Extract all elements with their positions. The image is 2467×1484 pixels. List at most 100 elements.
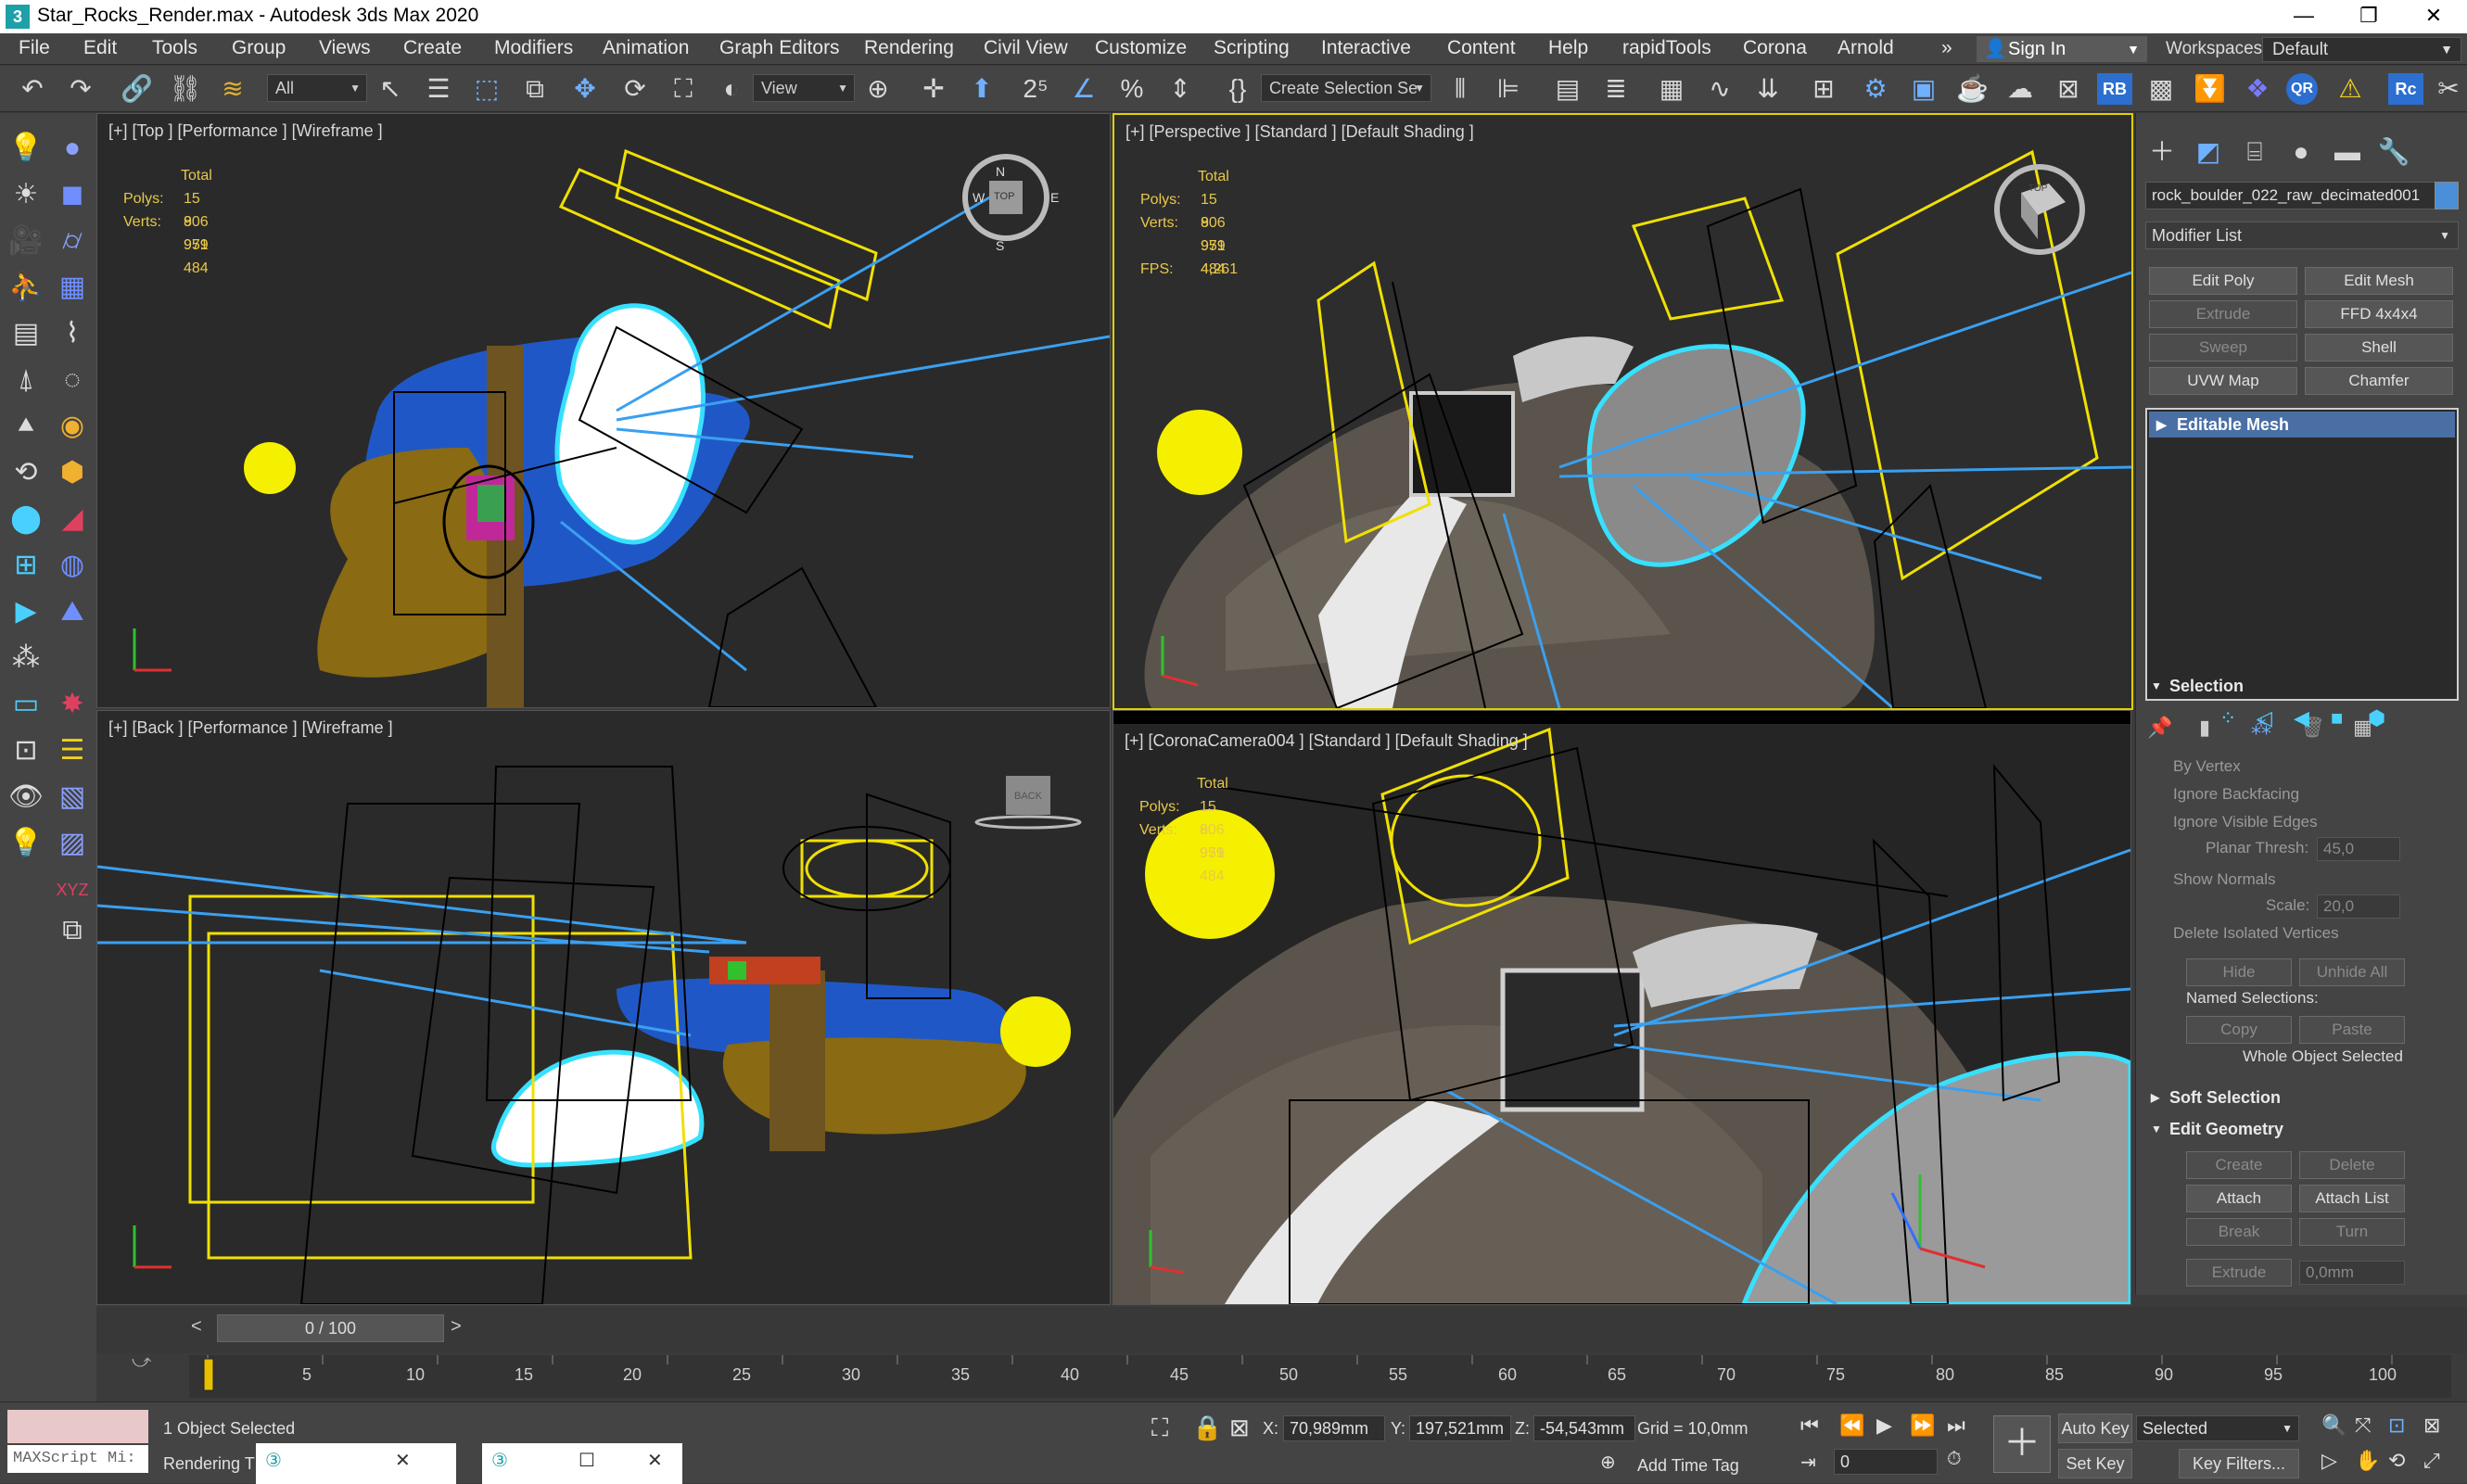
menu-corona[interactable]: Corona [1743,37,1807,59]
auto-key-button[interactable]: Auto Key [2058,1414,2132,1443]
minimize-button[interactable]: — [2271,0,2336,33]
eye-icon[interactable]: 👁 [7,779,45,816]
persp-viewport-label[interactable]: [+] [Perspective ] [Standard ] [Default … [1125,122,1474,142]
edit-named-selection-icon[interactable]: {} [1222,73,1253,105]
sphere-icon[interactable]: ● [54,130,91,167]
unhide-all-button[interactable]: Unhide All [2299,958,2405,986]
maximize-icon[interactable]: ☐ [579,1449,595,1472]
lamp-icon[interactable]: 💡 [7,825,45,862]
shape-icon[interactable]: ⯅ [7,408,45,445]
sign-in-button[interactable]: 👤 Sign In ▼ [1977,36,2147,62]
pan-icon[interactable]: ✋ [2355,1449,2380,1473]
select-move-icon[interactable]: ✥ [569,73,601,105]
stack-item-editable-mesh[interactable]: ▶ Editable Mesh [2149,412,2455,438]
undo-icon[interactable]: ↶ [17,73,48,105]
selection-filter-dropdown[interactable]: All ▼ [267,74,367,102]
snaps-toggle-icon[interactable]: 2⁵ [1020,73,1051,105]
zoom-extents-icon[interactable]: ⊡ [2388,1414,2405,1438]
material-ball-icon[interactable]: ◉ [54,408,91,445]
y-coordinate-field[interactable]: 197,521mm [1409,1415,1511,1441]
globe-icon[interactable]: ◍ [54,547,91,584]
workspace-dropdown[interactable]: Default ▼ [2262,37,2461,62]
xyz-icon[interactable]: XYZ [54,871,91,908]
hide-button[interactable]: Hide [2186,958,2292,986]
break-button[interactable]: Break [2186,1218,2292,1246]
modifier-list-dropdown[interactable]: Modifier List ▼ [2145,222,2459,249]
time-next-button[interactable]: > [451,1316,462,1338]
qr-badge[interactable]: QR [2286,73,2318,105]
maxscript-mini-listener[interactable]: MAXScript Mi: [7,1445,148,1473]
view-cube-icon[interactable]: ⊡ [7,732,45,769]
noise-map-icon[interactable]: ▨ [54,825,91,862]
maxscript-listener-pink[interactable] [7,1410,148,1443]
bone-icon[interactable]: ⍋ [7,361,45,399]
render-iterative-icon[interactable]: ☁ [2004,73,2036,105]
key-mode-icon[interactable]: ⇥ [1800,1451,1816,1474]
select-by-name-icon[interactable]: ☰ [423,73,454,105]
menu-customize[interactable]: Customize [1095,37,1187,59]
by-vertex-checkbox[interactable]: By Vertex [2173,757,2241,776]
extrude-button[interactable]: Extrude [2186,1259,2292,1287]
camera-group-icon[interactable]: 🎥 [7,222,45,260]
soft-selection-rollout-header[interactable]: ▶ Soft Selection [2145,1083,2459,1112]
create-button[interactable]: Create [2186,1151,2292,1179]
texture-icon[interactable]: ▧ [54,779,91,816]
show-end-result-icon[interactable]: ▮ [2199,716,2210,740]
menu-scripting[interactable]: Scripting [1214,37,1290,59]
current-frame-field[interactable]: 0 [1834,1449,1938,1475]
menu-create[interactable]: Create [403,37,462,59]
scene-explorer-icon[interactable]: ▤ [1552,73,1583,105]
menu-file[interactable]: File [19,37,50,59]
display-tab-icon[interactable]: ▬ [2329,133,2366,171]
next-frame-icon[interactable]: ⏩ [1910,1414,1935,1438]
rc-badge[interactable]: Rc [2388,73,2423,105]
bind-space-warp-icon[interactable]: ≋ [217,73,248,105]
orbit-icon[interactable]: ⟲ [2388,1449,2405,1473]
checker-icon[interactable]: ▩ [2145,73,2177,105]
modifier-button-edit-poly[interactable]: Edit Poly [2149,267,2297,295]
menu-group[interactable]: Group [232,37,286,59]
time-config-icon[interactable]: ⏱ [1947,1449,1962,1470]
viewport-back[interactable]: [+] [Back ] [Performance ] [Wireframe ] … [96,710,1111,1305]
zoom-extents-all-icon[interactable]: ⊠ [2423,1414,2440,1438]
window-crossing-icon[interactable]: ⧉ [519,73,551,105]
spinner-snap-icon[interactable]: ⇕ [1164,73,1196,105]
menu-animation[interactable]: Animation [603,37,689,59]
cube-gold-icon[interactable]: ⬢ [54,454,91,491]
modifier-button-uvw-map[interactable]: UVW Map [2149,367,2297,395]
go-to-start-icon[interactable]: ⏮ [1800,1414,1819,1438]
angle-snap-icon[interactable]: ∠ [1068,73,1100,105]
selection-rollout-header[interactable]: ▼ Selection [2145,671,2459,701]
menu-civil-view[interactable]: Civil View [984,37,1068,59]
attach-button[interactable]: Attach [2186,1185,2292,1212]
terrain-icon[interactable]: ⛰ [54,593,91,630]
create-tab-icon[interactable]: ＋ [2143,133,2181,171]
viewport-top[interactable]: [+] [Top ] [Performance ] [Wireframe ] T… [96,113,1111,708]
add-time-tag-button[interactable]: Add Time Tag [1637,1456,1739,1476]
rotate-icon[interactable]: ⟲ [7,454,45,491]
field-of-view-icon[interactable]: ▷ [2321,1449,2337,1473]
copy-button[interactable]: Copy [2186,1016,2292,1044]
align-icon[interactable]: ⊫ [1493,73,1524,105]
group-objects-icon[interactable]: ⧉ [54,912,91,949]
taskbar-window-thumb[interactable]: ③ ✕ [256,1443,456,1484]
modifier-button-sweep[interactable]: Sweep [2149,334,2297,361]
unlink-icon[interactable]: ⛓ [169,73,202,105]
rendered-frame-window-icon[interactable]: ▣ [1908,73,1939,105]
planar-thresh-spinner[interactable]: 45,0 [2317,837,2400,861]
set-key-big-icon[interactable]: ＋ [1993,1415,2051,1473]
hierarchy-tab-icon[interactable]: ⌸ [2236,133,2273,171]
align-grid-icon[interactable]: ⊞ [7,547,45,584]
viewcube-top-label[interactable]: TOP [2028,184,2047,194]
lock-selection-icon[interactable]: 🔒 [1192,1414,1222,1442]
grid-plane-icon[interactable]: ▦ [54,269,91,306]
utilities-tab-icon[interactable]: 🔧 [2375,133,2412,171]
schematic-view-icon[interactable]: ⇊ [1752,73,1784,105]
ignore-visible-edges-checkbox[interactable]: Ignore Visible Edges [2173,813,2318,831]
ignore-backfacing-checkbox[interactable]: Ignore Backfacing [2173,785,2299,804]
close-icon[interactable]: ✕ [395,1449,411,1472]
attach-list-button[interactable]: Attach List [2299,1185,2405,1212]
pin-stack-icon[interactable]: 📌 [2147,716,2172,740]
menu-tools[interactable]: Tools [152,37,197,59]
select-manipulate-icon[interactable]: ✛ [918,73,949,105]
